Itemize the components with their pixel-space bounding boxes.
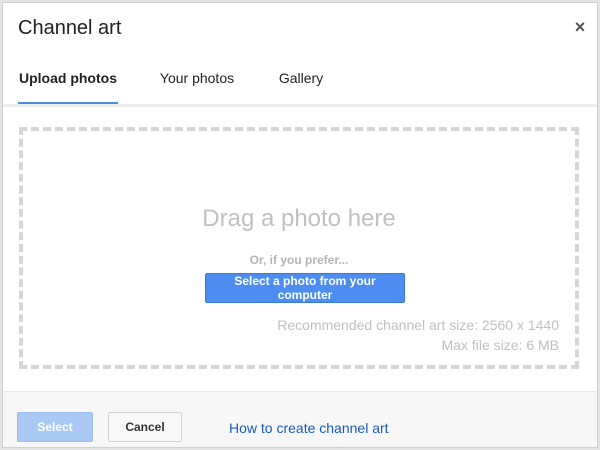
tab-gallery[interactable]: Gallery — [271, 59, 331, 105]
cancel-button[interactable]: Cancel — [108, 412, 182, 442]
tab-upload-photos[interactable]: Upload photos — [18, 59, 118, 105]
help-link[interactable]: How to create channel art — [229, 420, 389, 436]
dialog-title: Channel art — [18, 17, 122, 39]
tab-your-photos[interactable]: Your photos — [153, 59, 241, 105]
close-icon[interactable]: × — [571, 17, 589, 37]
select-photo-button[interactable]: Select a photo from your computer — [205, 273, 405, 303]
channel-art-dialog: Channel art × Upload photos Your photos … — [2, 2, 598, 448]
tabs-divider — [3, 104, 597, 107]
dialog-footer: Select Cancel How to create channel art — [3, 392, 597, 447]
photo-dropzone[interactable]: Drag a photo here Or, if you prefer... S… — [19, 127, 579, 369]
drag-photo-text: Drag a photo here — [202, 205, 396, 232]
tab-bar: Upload photos Your photos Gallery — [3, 59, 597, 105]
or-prefer-text: Or, if you prefer... — [249, 253, 349, 267]
select-button[interactable]: Select — [17, 412, 93, 442]
max-file-size-text: Max file size: 6 MB — [441, 337, 559, 353]
recommended-size-text: Recommended channel art size: 2560 x 144… — [277, 317, 559, 333]
